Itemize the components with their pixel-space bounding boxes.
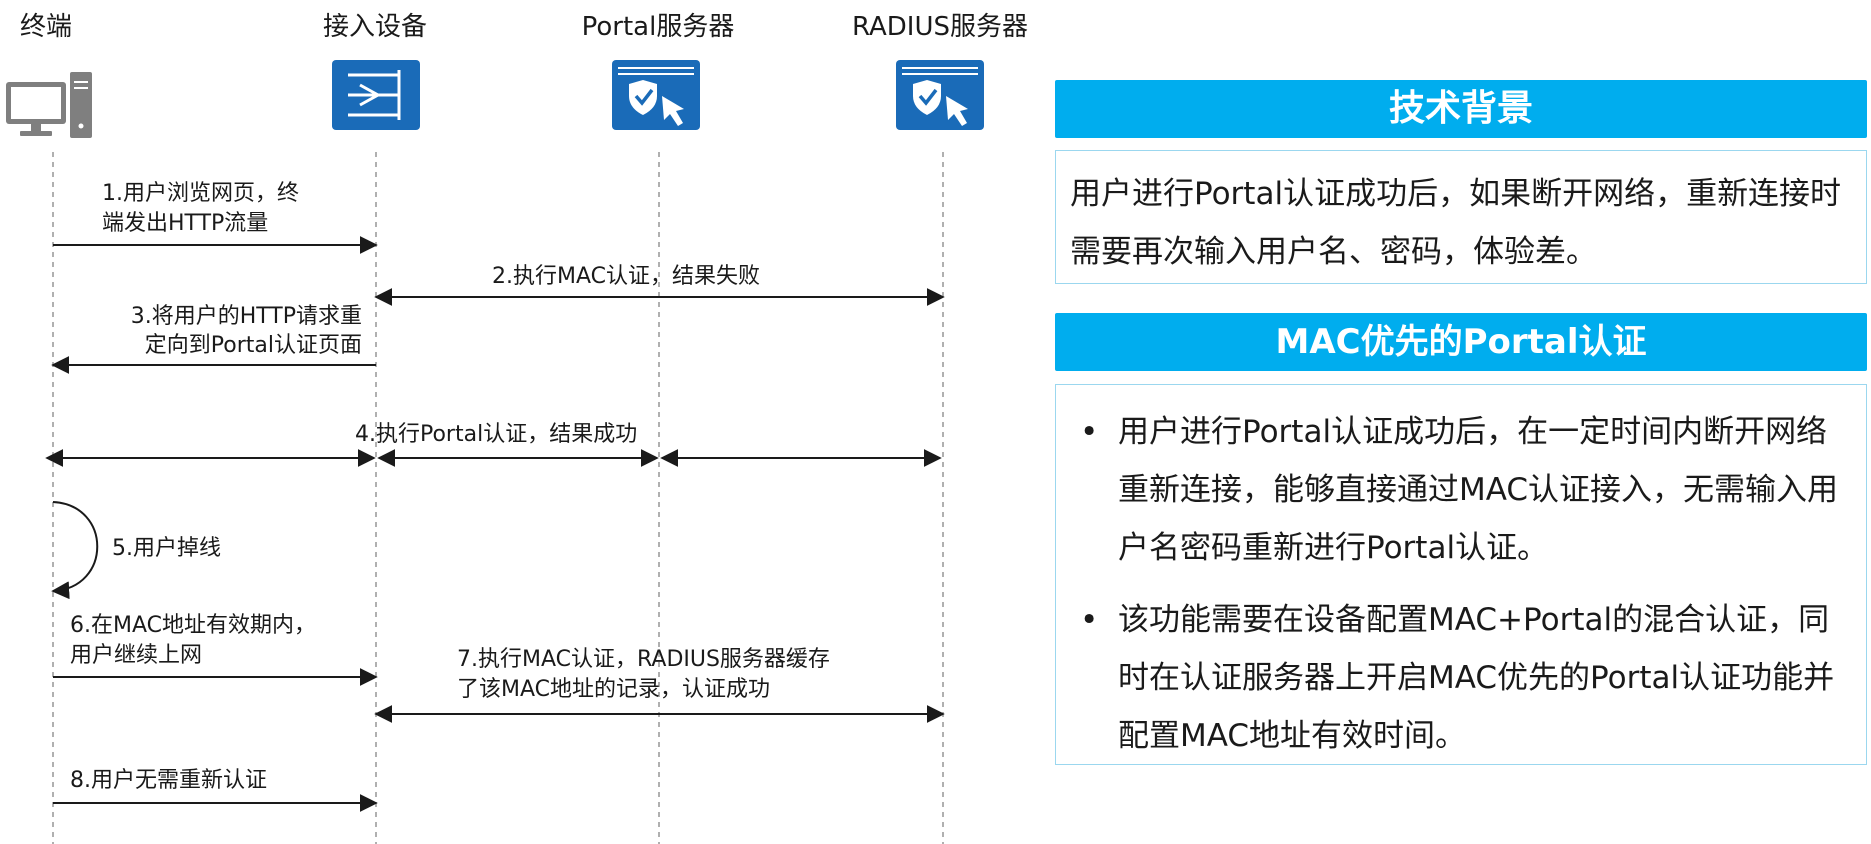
message-1-label-line1: 1.用户浏览网页，终 [102,181,299,206]
actor-label-terminal: 终端 [20,12,72,42]
message-6-label-line2: 用户继续上网 [70,643,202,668]
bullet-point: • [1080,602,1099,638]
message-8-label: 8.用户无需重新认证 [70,768,267,793]
shield-cursor-icon [612,60,700,130]
mac-panel-body: • 用户进行Portal认证成功后，在一定时间内断开网络重新连接，能够直接通过M… [1055,384,1867,765]
mac-panel-item-text: 用户进行Portal认证成功后，在一定时间内断开网络重新连接，能够直接通过MAC… [1118,414,1839,566]
message-4-label: 4.执行Portal认证，结果成功 [355,422,637,447]
shield-cursor-icon [896,60,984,130]
message-3-label-line1: 3.将用户的HTTP请求重 [131,304,362,329]
message-3-label-line2: 定向到Portal认证页面 [145,333,362,358]
actor-label-radius-server: RADIUS服务器 [852,12,1028,42]
background-panel-title: 技术背景 [1055,80,1867,138]
mac-panel-list-item: • 用户进行Portal认证成功后，在一定时间内断开网络重新连接，能够直接通过M… [1070,403,1852,577]
message-1-label-line2: 端发出HTTP流量 [102,211,268,236]
message-5-self-loop [51,501,99,600]
mac-panel-list: • 用户进行Portal认证成功后，在一定时间内断开网络重新连接，能够直接通过M… [1070,403,1852,765]
mac-panel-item-text: 该功能需要在设备配置MAC+Portal的混合认证，同时在认证服务器上开启MAC… [1118,602,1835,754]
message-2-label: 2.执行MAC认证，结果失败 [492,264,760,289]
computer-icon [6,72,92,138]
mac-panel-title: MAC优先的Portal认证 [1055,313,1867,371]
background-panel-text: 用户进行Portal认证成功后，如果断开网络，重新连接时需要再次输入用户名、密码… [1070,176,1842,270]
actor-label-portal-server: Portal服务器 [582,12,735,42]
message-6-label-line1: 6.在MAC地址有效期内， [70,613,316,638]
switch-icon [332,60,420,130]
sequence-diagram: 终端 接入设备 Portal服务器 RADIUS服务器 1.用户浏览网页，终 端… [6,12,1028,844]
message-5-label: 5.用户掉线 [112,536,221,561]
message-7-label-line1: 7.执行MAC认证，RADIUS服务器缓存 [457,647,830,672]
background-panel-body: 用户进行Portal认证成功后，如果断开网络，重新连接时需要再次输入用户名、密码… [1055,150,1867,284]
message-7-label-line2: 了该MAC地址的记录，认证成功 [457,677,770,702]
mac-panel-list-item: • 该功能需要在设备配置MAC+Portal的混合认证，同时在认证服务器上开启M… [1070,591,1852,765]
bullet-point: • [1080,414,1099,450]
actor-label-access-device: 接入设备 [323,12,427,42]
